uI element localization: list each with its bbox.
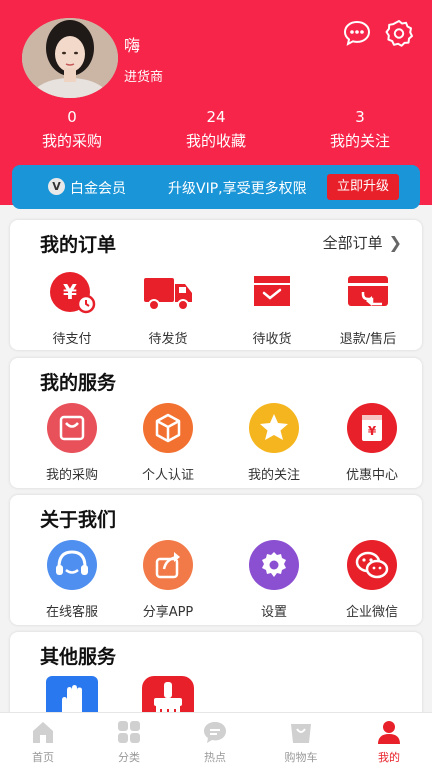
tab-label: 我的 [378, 751, 400, 764]
about-settings[interactable]: 设置 [226, 539, 322, 620]
other-services-title: 其他服务 [40, 646, 117, 668]
orders-title: 我的订单 [40, 234, 117, 256]
star-icon [248, 402, 300, 454]
tab-label: 购物车 [284, 751, 318, 764]
service-label: 我的采购 [45, 468, 98, 483]
order-pending-shipment[interactable]: 待发货 [120, 266, 216, 347]
service-coupons[interactable]: ¥ 优惠中心 [324, 402, 420, 483]
tab-hot[interactable]: 热点 [172, 719, 258, 765]
services-card: 我的服务 我的采购 个人认证 我的关注 ¥ 优惠中心 [10, 358, 422, 488]
bottom-tab-bar: 首页 分类 热点 购物车 我的 [0, 712, 432, 768]
stat-label: 我的关注 [329, 132, 390, 150]
order-label: 待发货 [148, 332, 188, 347]
wechat-icon [346, 539, 398, 591]
grid-icon [116, 719, 142, 745]
stat-label: 我的采购 [41, 132, 102, 150]
order-label: 待支付 [52, 332, 92, 347]
stat-value: 24 [206, 108, 226, 126]
all-orders-label: 全部订单 [322, 234, 383, 252]
other-services-card: 其他服务 [10, 632, 422, 728]
cart-icon [288, 719, 314, 745]
tab-label: 首页 [32, 751, 54, 764]
services-title: 我的服务 [40, 372, 117, 394]
stat-following[interactable]: 3 我的关注 [300, 106, 420, 151]
refund-icon [342, 266, 394, 318]
user-role: 进货商 [124, 70, 164, 85]
tab-label: 热点 [204, 751, 226, 764]
order-pending-receipt[interactable]: 待收货 [224, 266, 320, 347]
service-my-purchases[interactable]: 我的采购 [24, 402, 120, 483]
svg-text:¥: ¥ [63, 280, 77, 304]
user-icon [376, 719, 402, 745]
gear-icon [248, 539, 300, 591]
order-refund[interactable]: 退款/售后 [320, 266, 416, 347]
service-verification[interactable]: 个人认证 [120, 402, 216, 483]
service-label: 优惠中心 [345, 468, 398, 483]
chat-icon [202, 719, 228, 745]
vip-banner: V 白金会员 升级VIP,享受更多权限 立即升级 [12, 165, 420, 209]
tab-label: 分类 [118, 751, 140, 764]
stat-value: 0 [67, 108, 77, 126]
avatar-image [22, 18, 118, 98]
tab-cart[interactable]: 购物车 [258, 719, 344, 765]
truck-icon [142, 266, 194, 318]
share-icon [142, 539, 194, 591]
inbox-icon [246, 266, 298, 318]
about-label: 企业微信 [345, 605, 398, 620]
about-title: 关于我们 [40, 509, 117, 531]
coupon-icon: ¥ [346, 402, 398, 454]
vip-description: 升级VIP,享受更多权限 [168, 181, 307, 197]
about-share-app[interactable]: 分享APP [120, 539, 216, 620]
orders-card: 我的订单 全部订单 ❯ ¥ 待支付 待发货 待收货 退款/售后 [10, 220, 422, 350]
shopping-bag-icon [46, 402, 98, 454]
wallet-clock-icon: ¥ [46, 266, 98, 318]
about-label: 分享APP [142, 605, 194, 620]
about-label: 设置 [260, 605, 287, 620]
stat-label: 我的收藏 [185, 132, 246, 150]
cube-icon [142, 402, 194, 454]
order-label: 退款/售后 [339, 332, 397, 347]
stat-value: 3 [355, 108, 365, 126]
service-following[interactable]: 我的关注 [226, 402, 322, 483]
order-pending-payment[interactable]: ¥ 待支付 [24, 266, 120, 347]
tab-home[interactable]: 首页 [0, 719, 86, 765]
home-icon [30, 719, 56, 745]
about-card: 关于我们 在线客服 分享APP 设置 企业微信 [10, 495, 422, 625]
avatar[interactable] [22, 18, 118, 98]
svg-text:¥: ¥ [368, 424, 377, 438]
upgrade-button[interactable]: 立即升级 [327, 174, 399, 200]
chevron-right-icon: ❯ [388, 233, 402, 252]
headset-icon [46, 539, 98, 591]
vip-badge-icon: V [48, 178, 65, 195]
tab-mine[interactable]: 我的 [346, 719, 432, 765]
user-name: 嗨 [124, 36, 141, 55]
all-orders-link[interactable]: 全部订单 ❯ [323, 232, 402, 253]
service-label: 我的关注 [247, 468, 300, 483]
about-online-support[interactable]: 在线客服 [24, 539, 120, 620]
order-label: 待收货 [252, 332, 292, 347]
message-icon[interactable] [342, 18, 372, 48]
about-label: 在线客服 [45, 605, 98, 620]
stat-purchases[interactable]: 0 我的采购 [12, 106, 132, 151]
stat-favorites[interactable]: 24 我的收藏 [156, 106, 276, 151]
vip-title: 白金会员 [70, 181, 126, 197]
service-label: 个人认证 [141, 468, 194, 483]
tab-categories[interactable]: 分类 [86, 719, 172, 765]
settings-icon[interactable] [384, 18, 414, 48]
about-wecom[interactable]: 企业微信 [324, 539, 420, 620]
